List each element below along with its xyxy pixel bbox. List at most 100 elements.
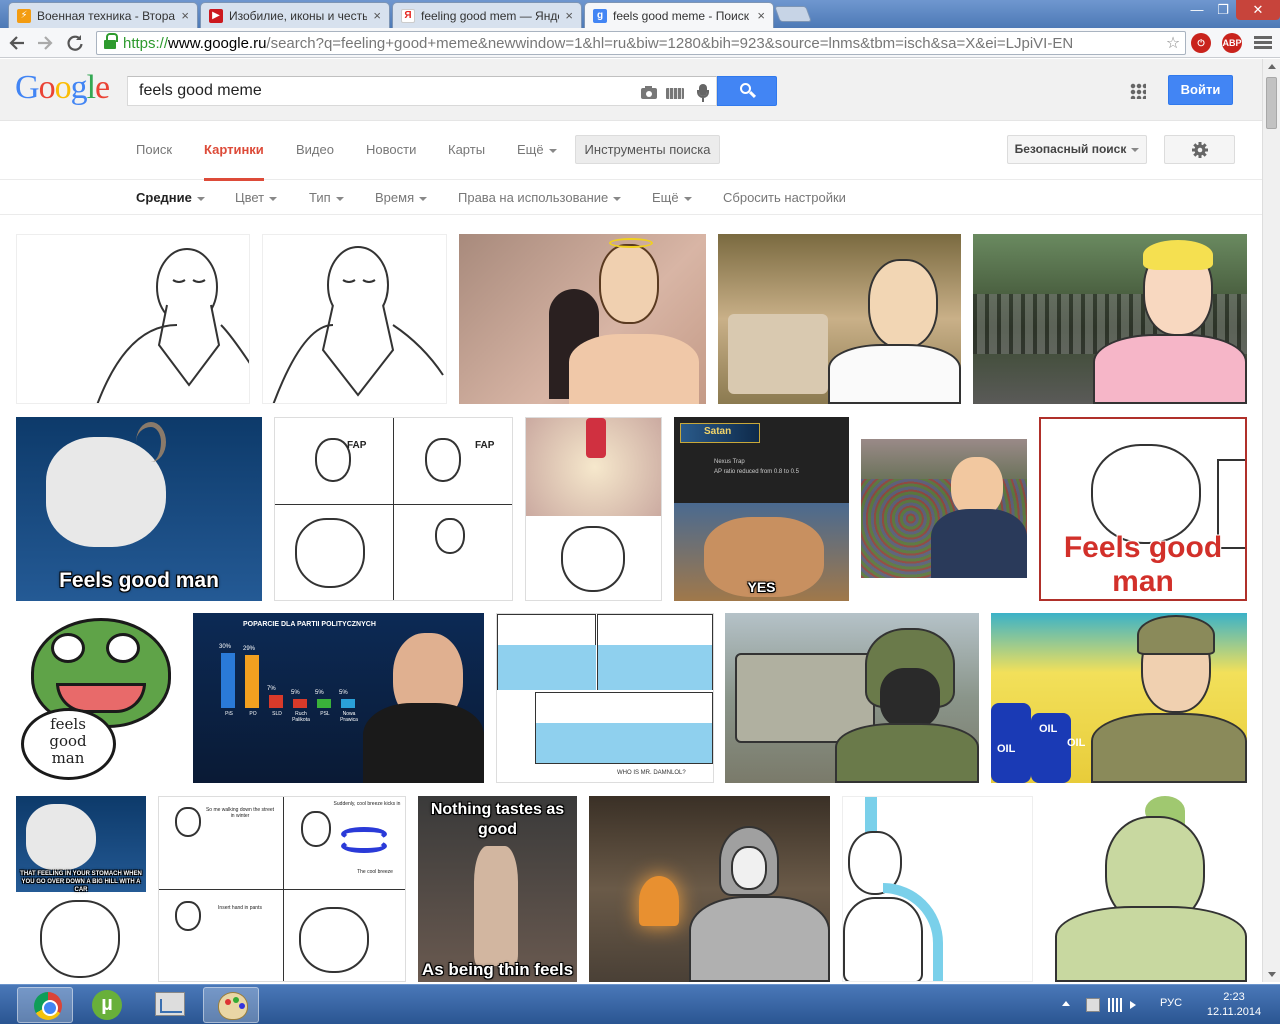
settings-button[interactable]: [1164, 135, 1235, 164]
gear-icon: [1192, 142, 1208, 158]
show-hidden-icons-chevron-icon[interactable]: [1062, 1001, 1070, 1006]
chevron-down-icon: [196, 196, 205, 201]
microphone-icon[interactable]: [694, 83, 712, 102]
image-result[interactable]: Satan Nexus Trap AP ratio reduced from 0…: [674, 417, 849, 601]
browser-tab[interactable]: ▶ Изобилие, иконы и честь ×: [200, 2, 390, 28]
filter-type[interactable]: Тип: [309, 190, 344, 205]
filter-color[interactable]: Цвет: [235, 190, 278, 205]
image-result[interactable]: [262, 234, 447, 404]
chevron-down-icon: [419, 196, 428, 201]
search-button[interactable]: [717, 76, 777, 106]
chrome-icon: [34, 992, 62, 1020]
chevron-down-icon: [683, 196, 692, 201]
clock[interactable]: 2:23 12.11.2014: [1198, 990, 1270, 1020]
image-result[interactable]: [718, 234, 961, 404]
flag-icon[interactable]: [1086, 998, 1100, 1012]
image-result[interactable]: feels good man: [16, 613, 181, 783]
minimize-button[interactable]: —: [1184, 0, 1210, 20]
image-result[interactable]: Nothing tastes as good As being thin fee…: [418, 796, 577, 982]
image-result[interactable]: Feels good man: [16, 417, 262, 601]
mini-chart-bar: [293, 699, 307, 708]
scroll-up-arrow-icon[interactable]: [1268, 64, 1276, 69]
browser-tab[interactable]: Я feeling good mem — Яндекс ×: [392, 2, 582, 28]
image-result[interactable]: [842, 796, 1033, 982]
close-window-button[interactable]: ✕: [1236, 0, 1280, 20]
image-result[interactable]: So me walking down the street in winter …: [158, 796, 406, 982]
browser-tab-active[interactable]: g feels good meme - Поиск в Google ×: [584, 2, 774, 28]
language-indicator[interactable]: РУС: [1160, 997, 1182, 1009]
filter-reset[interactable]: Сбросить настройки: [723, 190, 846, 205]
image-result[interactable]: [973, 234, 1247, 404]
url-text[interactable]: https://www.google.ru/search?q=feeling+g…: [123, 35, 1161, 52]
youtube-favicon-icon: ▶: [209, 8, 223, 23]
adblock-extension-icon[interactable]: ABP: [1222, 33, 1242, 53]
mini-chart-party: Nowa Prawica: [340, 711, 358, 723]
maximize-button[interactable]: ❐: [1210, 0, 1236, 20]
search-box: [127, 76, 717, 106]
browser-tab-title: Военная техника - Вторая мировая: [37, 8, 176, 23]
image-result[interactable]: WHO IS MR. DAMNLOL?: [496, 613, 714, 783]
google-header: Google Войти: [0, 59, 1262, 121]
close-icon[interactable]: ×: [757, 8, 765, 23]
google-logo[interactable]: Google: [15, 69, 110, 107]
filter-time[interactable]: Время: [375, 190, 428, 205]
image-result[interactable]: Feels good man: [1039, 417, 1247, 601]
tab-images[interactable]: Картинки: [204, 142, 264, 181]
sign-in-button[interactable]: Войти: [1168, 75, 1233, 105]
scroll-down-arrow-icon[interactable]: [1268, 972, 1276, 977]
keyboard-icon[interactable]: [666, 83, 684, 101]
opera-style-extension-icon[interactable]: ⏻: [1191, 33, 1211, 53]
image-result[interactable]: POPARCIE DLA PARTII POLITYCZNYCH 30% PiS 2…: [193, 613, 484, 783]
reload-icon[interactable]: [64, 32, 86, 54]
barrel-label: OIL: [1039, 723, 1058, 735]
filter-size[interactable]: Средние: [136, 190, 205, 205]
filter-more[interactable]: Ещё: [652, 190, 692, 205]
browser-toolbar: https://www.google.ru/search?q=feeling+g…: [0, 28, 1280, 58]
taskbar-chrome[interactable]: [17, 987, 73, 1023]
forward-arrow-icon[interactable]: [34, 32, 56, 54]
image-result[interactable]: OIL OIL OIL: [991, 613, 1247, 783]
meme-caption: Feels good man: [1063, 531, 1223, 598]
image-result[interactable]: [459, 234, 706, 404]
search-input[interactable]: [137, 81, 627, 101]
back-arrow-icon[interactable]: [6, 32, 28, 54]
image-result[interactable]: [525, 417, 662, 601]
image-result[interactable]: [861, 439, 1027, 578]
taskbar-performance[interactable]: [141, 987, 197, 1023]
tab-more[interactable]: Ещё: [517, 142, 557, 157]
page-scrollbar[interactable]: [1262, 59, 1280, 982]
taskbar-utorrent[interactable]: µ: [78, 987, 134, 1023]
image-result[interactable]: [1045, 796, 1247, 982]
new-tab-button[interactable]: [774, 6, 812, 22]
game-item: Nexus Trap: [714, 459, 745, 465]
address-bar[interactable]: https://www.google.ru/search?q=feeling+g…: [96, 31, 1186, 55]
mini-chart-value: 7%: [267, 686, 276, 692]
image-result[interactable]: THAT FEELING IN YOUR STOMACH WHEN YOU GO…: [16, 796, 146, 982]
image-result[interactable]: FAP FAP: [274, 417, 513, 601]
scrollbar-thumb[interactable]: [1266, 77, 1277, 129]
search-tools-button[interactable]: Инструменты поиска: [575, 135, 720, 164]
safesearch-dropdown[interactable]: Безопасный поиск: [1007, 135, 1147, 164]
mini-chart-value: 29%: [243, 646, 256, 652]
tab-video[interactable]: Видео: [296, 142, 334, 157]
tab-news[interactable]: Новости: [366, 142, 416, 157]
close-icon[interactable]: ×: [373, 8, 381, 23]
browser-tab[interactable]: ⚡ Военная техника - Вторая мировая ×: [8, 2, 198, 28]
chrome-menu-icon[interactable]: [1254, 34, 1272, 52]
tab-maps[interactable]: Карты: [448, 142, 485, 157]
network-icon[interactable]: [1108, 998, 1122, 1012]
image-result[interactable]: [589, 796, 830, 982]
mini-chart-party: PO: [249, 711, 257, 717]
tab-search[interactable]: Поиск: [136, 142, 172, 157]
camera-icon[interactable]: [640, 83, 658, 101]
taskbar-paint[interactable]: [203, 987, 259, 1023]
volume-icon[interactable]: [1130, 1001, 1136, 1009]
apps-grid-icon[interactable]: [1130, 83, 1146, 99]
image-result[interactable]: [16, 234, 250, 404]
filter-usage-rights[interactable]: Права на использование: [458, 190, 622, 205]
close-icon[interactable]: ×: [181, 8, 189, 23]
comic-text: Suddenly, cool breeze kicks in: [333, 801, 401, 807]
image-result[interactable]: [725, 613, 979, 783]
bookmark-star-icon[interactable]: ☆: [1161, 33, 1185, 53]
close-icon[interactable]: ×: [565, 8, 573, 23]
